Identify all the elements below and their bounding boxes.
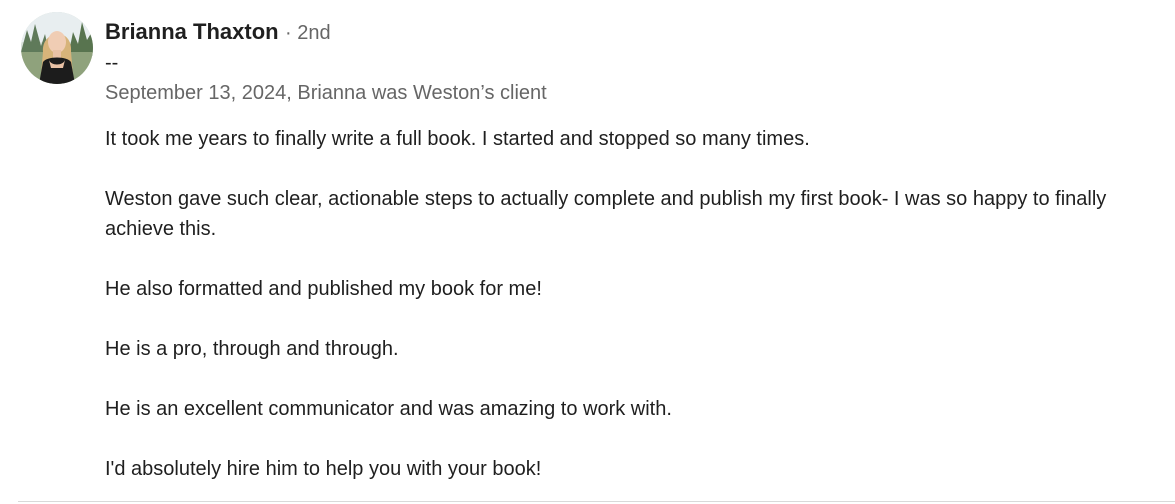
recommendation-content: Brianna Thaxton · 2nd -- September 13, 2… <box>105 16 1165 484</box>
recommendation-meta: September 13, 2024, Brianna was Weston’s… <box>105 82 547 104</box>
recommendation-paragraph: He is a pro, through and through. <box>105 338 399 360</box>
author-name[interactable]: Brianna Thaxton <box>105 19 279 44</box>
recommendation-paragraph: It took me years to finally write a full… <box>105 128 810 150</box>
recommendation-card: Brianna Thaxton · 2nd -- September 13, 2… <box>0 0 1175 504</box>
author-row: Brianna Thaxton · 2nd <box>105 16 1165 48</box>
divider <box>18 501 1175 502</box>
author-headline: -- <box>105 52 119 74</box>
profile-photo-icon <box>21 12 93 84</box>
avatar[interactable] <box>21 12 93 84</box>
recommendation-paragraph: He is an excellent communicator and was … <box>105 398 672 420</box>
recommendation-text: It took me years to finally write a full… <box>105 124 1165 484</box>
connection-degree: · 2nd <box>285 22 331 44</box>
recommendation-paragraph: I'd absolutely hire him to help you with… <box>105 458 542 480</box>
recommendation-paragraph: Weston gave such clear, actionable steps… <box>105 188 1107 240</box>
recommendation-paragraph: He also formatted and published my book … <box>105 278 542 300</box>
